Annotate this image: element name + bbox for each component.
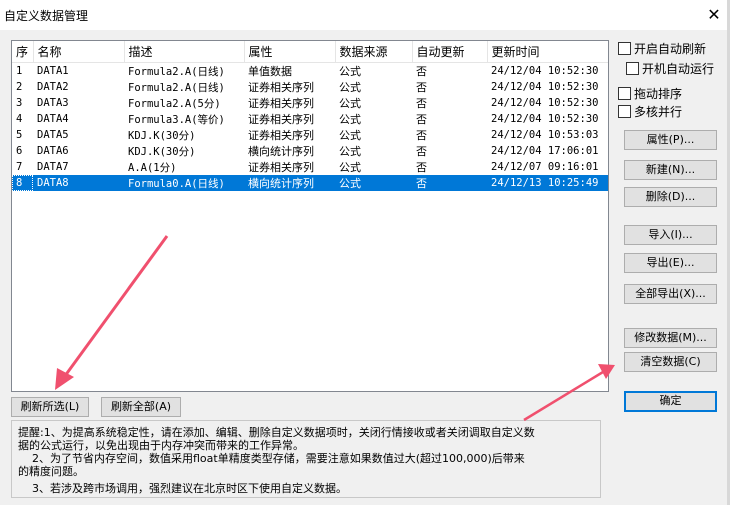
annotation-arrows (55, 235, 615, 422)
annotation-arrow-right (523, 364, 615, 422)
annotation-arrow-left (55, 235, 169, 390)
